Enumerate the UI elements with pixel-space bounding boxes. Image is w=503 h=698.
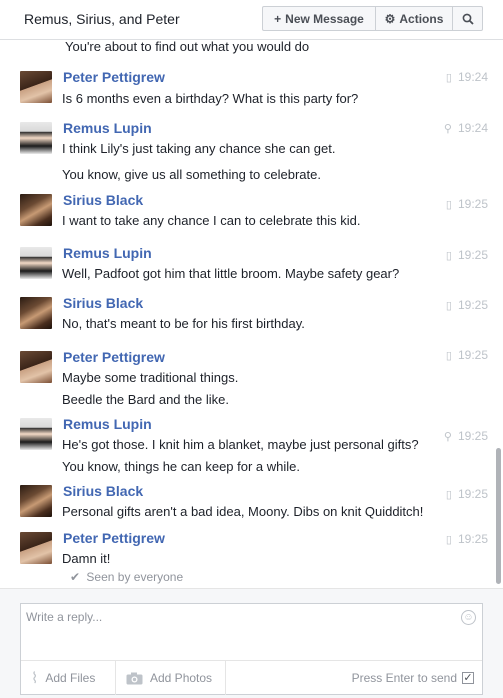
actions-label: Actions [399, 11, 444, 26]
message-text: Maybe some traditional things. [62, 370, 239, 385]
message-text: You know, things he can keep for a while… [62, 459, 301, 474]
message-meta: ▯ 19:25 [446, 348, 488, 362]
message-text: Well, Padfoot got him that little broom.… [62, 266, 400, 281]
plus-icon: + [274, 11, 282, 26]
location-pin-icon: ⚲ [443, 430, 452, 443]
press-enter-toggle[interactable]: Press Enter to send ✓ [352, 661, 474, 695]
message-text: He's got those. I knit him a blanket, ma… [62, 437, 419, 452]
avatar[interactable] [20, 122, 52, 154]
press-enter-label: Press Enter to send [351, 671, 457, 685]
phone-icon: ▯ [445, 488, 452, 501]
message-time: 19:24 [457, 70, 488, 84]
message-time: 19:25 [457, 248, 488, 262]
avatar[interactable] [20, 485, 52, 517]
add-files-button[interactable]: ⌇ Add Files [21, 661, 116, 695]
message-meta: ▯ 19:25 [446, 487, 488, 501]
sender-name[interactable]: Peter Pettigrew [63, 349, 165, 365]
avatar[interactable] [20, 71, 52, 103]
press-enter-checkbox[interactable]: ✓ [462, 672, 474, 684]
reply-box: ☺ ⌇ Add Files Add Photos Press Enter to … [20, 603, 483, 695]
message-time: 19:25 [457, 487, 488, 501]
add-photos-label: Add Photos [150, 671, 213, 685]
seen-text: Seen by everyone [86, 570, 184, 584]
composer-toolbar: ⌇ Add Files Add Photos Press Enter to se… [21, 660, 482, 695]
message-time: 19:25 [457, 429, 488, 443]
sender-name[interactable]: Remus Lupin [63, 245, 152, 261]
message-meta: ▯ 19:25 [446, 298, 488, 312]
message-meta: ▯ 19:25 [446, 248, 488, 262]
sender-name[interactable]: Sirius Black [63, 295, 143, 311]
message-time: 19:25 [457, 298, 488, 312]
check-icon: ✔ [70, 570, 81, 584]
paperclip-icon: ⌇ [31, 670, 39, 687]
smiley-icon[interactable]: ☺ [461, 610, 476, 625]
avatar[interactable] [20, 532, 52, 564]
search-button[interactable] [453, 7, 482, 30]
reply-input[interactable] [26, 610, 446, 650]
sender-name[interactable]: Sirius Black [63, 192, 143, 208]
message-thread[interactable]: You're about to find out what you would … [0, 40, 503, 588]
avatar[interactable] [20, 418, 52, 450]
message-text: Is 6 months even a birthday? What is thi… [62, 91, 359, 106]
reply-composer: ☺ ⌇ Add Files Add Photos Press Enter to … [0, 588, 503, 698]
message-meta: ▯ 19:24 [446, 70, 488, 84]
message-meta: ⚲ 19:24 [444, 121, 488, 135]
phone-icon: ▯ [445, 349, 452, 362]
actions-button[interactable]: ⚙ Actions [376, 7, 453, 30]
message-meta: ⚲ 19:25 [444, 429, 488, 443]
sender-name[interactable]: Sirius Black [63, 483, 143, 499]
message-text: You're about to find out what you would … [65, 40, 310, 54]
phone-icon: ▯ [445, 533, 452, 546]
message-text: I want to take any chance I can to celeb… [62, 213, 361, 228]
camera-icon [126, 672, 143, 684]
conversation-header: Remus, Sirius, and Peter + New Message ⚙… [0, 0, 503, 40]
gear-icon: ⚙ [384, 11, 396, 26]
thread-scrollbar[interactable] [496, 448, 501, 584]
header-button-group: + New Message ⚙ Actions [262, 6, 483, 31]
seen-indicator: ✔ Seen by everyone [70, 570, 183, 584]
location-pin-icon: ⚲ [443, 122, 452, 135]
phone-icon: ▯ [445, 299, 452, 312]
avatar[interactable] [20, 297, 52, 329]
message-text: Personal gifts aren't a bad idea, Moony.… [62, 504, 424, 519]
phone-icon: ▯ [445, 198, 452, 211]
message-text: I think Lily's just taking any chance sh… [62, 141, 336, 156]
message-meta: ▯ 19:25 [446, 532, 488, 546]
add-files-label: Add Files [45, 671, 96, 685]
message-meta: ▯ 19:25 [446, 197, 488, 211]
avatar[interactable] [20, 351, 52, 383]
phone-icon: ▯ [445, 71, 452, 84]
phone-icon: ▯ [445, 249, 452, 262]
message-text: Beedle the Bard and the like. [62, 392, 229, 407]
avatar[interactable] [20, 247, 52, 279]
add-photos-button[interactable]: Add Photos [116, 661, 226, 695]
message-time: 19:24 [457, 121, 488, 135]
message-time: 19:25 [457, 348, 488, 362]
sender-name[interactable]: Peter Pettigrew [63, 530, 165, 546]
new-message-label: New Message [285, 11, 364, 26]
avatar[interactable] [20, 194, 52, 226]
sender-name[interactable]: Remus Lupin [63, 120, 152, 136]
message-time: 19:25 [457, 532, 488, 546]
sender-name[interactable]: Remus Lupin [63, 416, 152, 432]
message-text: No, that's meant to be for his first bir… [62, 316, 305, 331]
sender-name[interactable]: Peter Pettigrew [63, 69, 165, 85]
conversation-title: Remus, Sirius, and Peter [24, 11, 180, 27]
message-text: You know, give us all something to celeb… [62, 167, 321, 182]
message-text: Damn it! [62, 551, 111, 566]
new-message-button[interactable]: + New Message [263, 7, 376, 30]
message-time: 19:25 [457, 197, 488, 211]
search-icon [462, 13, 474, 25]
